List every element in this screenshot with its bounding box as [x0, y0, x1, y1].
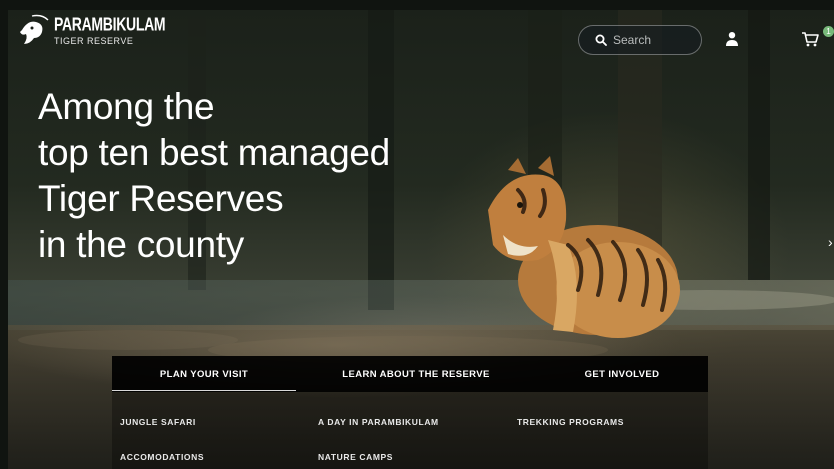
search-input[interactable]: [613, 33, 693, 47]
brand-logo[interactable]: PARAMBIKULAM TIGER RESERVE: [18, 13, 166, 50]
brand-title: PARAMBIKULAM: [54, 13, 166, 34]
link-jungle-safari[interactable]: JUNGLE SAFARI: [120, 417, 196, 427]
headline-line: Among the: [38, 86, 215, 127]
headline-line: in the county: [38, 224, 244, 265]
tab-plan-your-visit[interactable]: PLAN YOUR VISIT: [112, 356, 296, 392]
link-accomodations[interactable]: ACCOMODATIONS: [120, 452, 204, 462]
link-trekking-programs[interactable]: TREKKING PROGRAMS: [517, 417, 624, 427]
user-icon[interactable]: [725, 31, 739, 47]
link-a-day-in-parambikulam[interactable]: A DAY IN PARAMBIKULAM: [318, 417, 439, 427]
search-icon: [595, 34, 607, 46]
chevron-right-icon[interactable]: ›: [828, 234, 833, 250]
hero-headline: Among the top ten best managed Tiger Res…: [38, 84, 390, 268]
headline-line: Tiger Reserves: [38, 178, 284, 219]
search-box[interactable]: [578, 25, 702, 55]
nav-links-panel: JUNGLE SAFARI A DAY IN PARAMBIKULAM TREK…: [112, 392, 708, 469]
tab-get-involved[interactable]: GET INVOLVED: [536, 356, 708, 392]
headline-line: top ten best managed: [38, 132, 390, 173]
tiger-logo-icon: [20, 14, 49, 44]
cart-count-badge: 1: [823, 26, 834, 37]
tiger-image: [488, 156, 680, 338]
brand-subtitle: TIGER RESERVE: [54, 35, 134, 46]
tab-learn-about-the-reserve[interactable]: LEARN ABOUT THE RESERVE: [296, 356, 536, 392]
water: [8, 280, 834, 330]
nav-tabs-panel: PLAN YOUR VISIT LEARN ABOUT THE RESERVE …: [112, 356, 708, 392]
cart-icon[interactable]: [801, 31, 819, 47]
page: PARAMBIKULAM TIGER RESERVE 1 Among the t…: [0, 0, 834, 469]
link-nature-camps[interactable]: NATURE CAMPS: [318, 452, 393, 462]
